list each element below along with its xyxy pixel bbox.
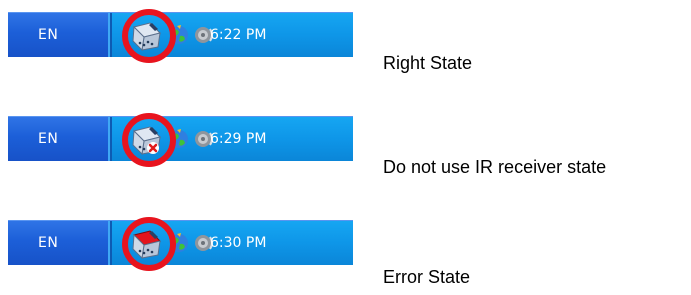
- taskbar: EN 6:22 PM: [8, 9, 353, 63]
- state-caption: Right State: [383, 53, 473, 73]
- language-indicator[interactable]: EN: [8, 221, 108, 265]
- system-tray: 6:29 PM: [110, 113, 353, 167]
- highlight-ring: [122, 217, 176, 271]
- taskbar: EN 6:30 PM: [8, 217, 353, 271]
- state-row-error: EN 6:30 PM Error State: [0, 208, 691, 287]
- system-tray: 6:30 PM: [110, 217, 353, 271]
- highlight-ring: [122, 113, 176, 167]
- language-indicator[interactable]: EN: [8, 117, 108, 161]
- language-indicator[interactable]: EN: [8, 13, 108, 57]
- state-caption: Do not use IR receiver state: [383, 157, 607, 177]
- clock[interactable]: 6:22 PM: [210, 13, 266, 57]
- taskbar: EN 6:29 PM: [8, 113, 353, 167]
- state-caption: Error State: [383, 267, 471, 287]
- highlight-ring: [122, 9, 176, 63]
- system-tray: 6:22 PM: [110, 9, 353, 63]
- clock[interactable]: 6:29 PM: [210, 117, 266, 161]
- state-row-right: EN 6:22 PM Right State: [0, 0, 691, 73]
- clock[interactable]: 6:30 PM: [210, 221, 266, 265]
- state-row-disabled: EN 6:29 PM Do not use IR receiver state: [0, 104, 691, 177]
